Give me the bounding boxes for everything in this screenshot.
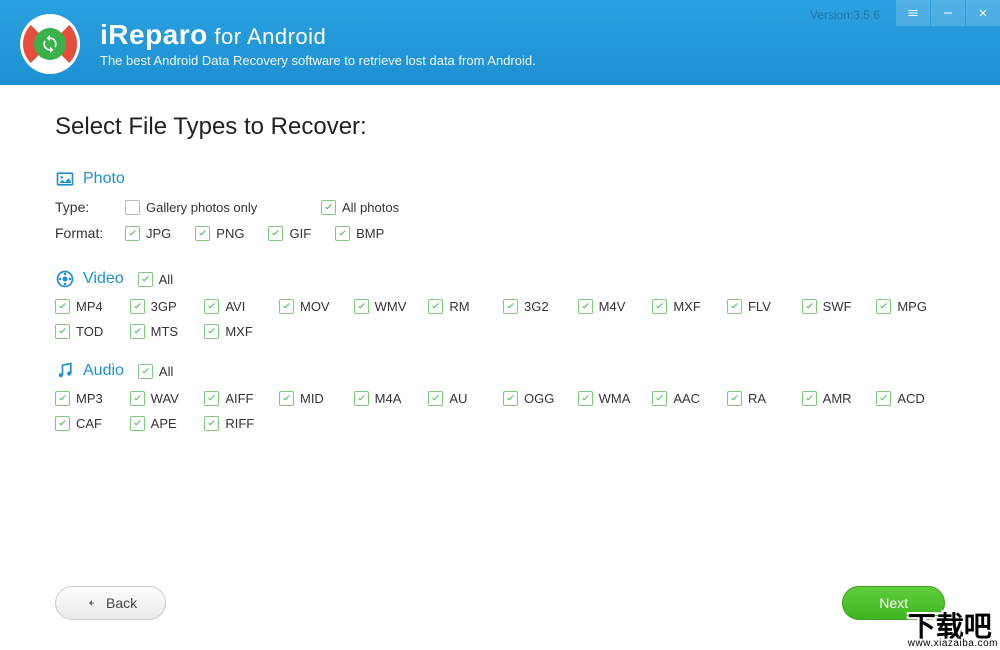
gallery-only-checkbox[interactable]: Gallery photos only [125,200,315,215]
app-header: iReparo for Android The best Android Dat… [0,0,1000,85]
photo-format-gif[interactable]: GIF [268,226,311,241]
video-format-mxf[interactable]: MXF [652,299,721,314]
page-title: Select File Types to Recover: [55,113,945,141]
minimize-button[interactable] [931,0,965,26]
photo-heading: Photo [83,170,125,188]
video-format-flv[interactable]: FLV [727,299,796,314]
app-title: iReparo for Android [100,19,980,51]
refresh-icon [40,34,60,54]
app-logo [20,14,80,74]
type-label: Type: [55,199,125,215]
audio-format-ra[interactable]: RA [727,391,796,406]
audio-format-amr[interactable]: AMR [802,391,871,406]
photo-format-jpg[interactable]: JPG [125,226,171,241]
minimize-icon [942,7,954,19]
settings-button[interactable] [896,0,930,26]
audio-format-ape[interactable]: APE [130,416,199,431]
video-icon [55,269,75,289]
video-format-tod[interactable]: TOD [55,324,124,339]
audio-icon [55,361,75,381]
audio-format-mp3[interactable]: MP3 [55,391,124,406]
audio-format-riff[interactable]: RIFF [204,416,273,431]
video-format-rm[interactable]: RM [428,299,497,314]
audio-section-header: Audio All [55,361,945,381]
video-format-3gp[interactable]: 3GP [130,299,199,314]
audio-all-checkbox[interactable]: All [138,364,173,379]
audio-format-ogg[interactable]: OGG [503,391,572,406]
video-format-mpg[interactable]: MPG [876,299,945,314]
video-format-mp4[interactable]: MP4 [55,299,124,314]
app-subtitle: The best Android Data Recovery software … [100,53,980,68]
photo-icon [55,169,75,189]
video-all-checkbox[interactable]: All [138,272,173,287]
video-format-swf[interactable]: SWF [802,299,871,314]
version-label: Version:3.5.6 [810,8,880,22]
photo-section-header: Photo [55,169,945,189]
video-format-avi[interactable]: AVI [204,299,273,314]
photo-format-png[interactable]: PNG [195,226,244,241]
footer: Back Next [55,586,945,620]
photo-format-bmp[interactable]: BMP [335,226,384,241]
menu-icon [907,7,919,19]
video-format-m4v[interactable]: M4V [578,299,647,314]
back-arrow-icon [84,597,98,609]
video-format-mts[interactable]: MTS [130,324,199,339]
video-format-mxf[interactable]: MXF [204,324,273,339]
audio-format-acd[interactable]: ACD [876,391,945,406]
video-section-header: Video All [55,269,945,289]
close-icon [977,7,989,19]
audio-format-wav[interactable]: WAV [130,391,199,406]
audio-heading: Audio [83,362,124,380]
audio-format-wma[interactable]: WMA [578,391,647,406]
audio-format-mid[interactable]: MID [279,391,348,406]
video-format-wmv[interactable]: WMV [354,299,423,314]
audio-format-caf[interactable]: CAF [55,416,124,431]
back-button[interactable]: Back [55,586,166,620]
audio-format-aiff[interactable]: AIFF [204,391,273,406]
audio-format-aac[interactable]: AAC [652,391,721,406]
video-format-3g2[interactable]: 3G2 [503,299,572,314]
format-label: Format: [55,225,125,241]
watermark: 下载吧 www.xiazaiba.com [908,614,998,648]
video-heading: Video [83,270,124,288]
audio-format-au[interactable]: AU [428,391,497,406]
all-photos-checkbox[interactable]: All photos [321,200,441,215]
main-content: Select File Types to Recover: Photo Type… [0,85,1000,431]
window-controls [895,0,1000,26]
video-format-mov[interactable]: MOV [279,299,348,314]
close-button[interactable] [966,0,1000,26]
audio-format-m4a[interactable]: M4A [354,391,423,406]
